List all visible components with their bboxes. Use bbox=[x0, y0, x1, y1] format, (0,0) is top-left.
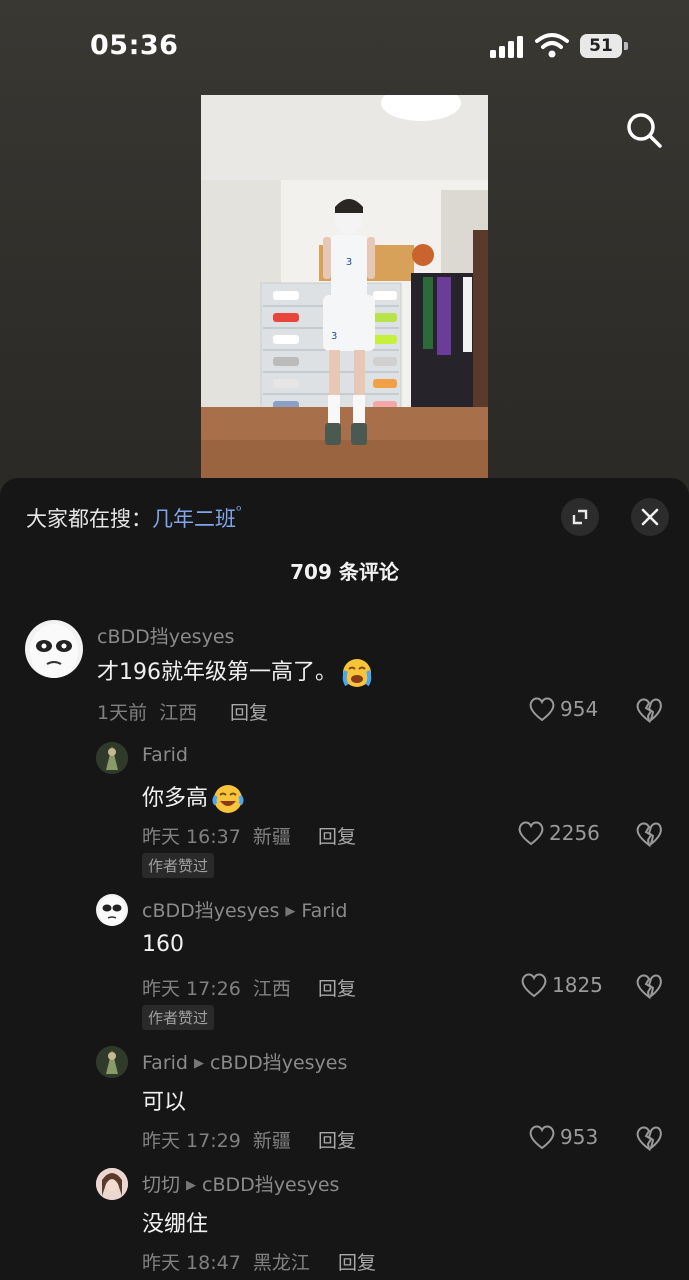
battery-indicator: 51 bbox=[580, 34, 622, 58]
reply-button[interactable]: 回复 bbox=[338, 1248, 376, 1275]
reply-to-username[interactable]: cBDD挡yesyes bbox=[202, 1174, 339, 1196]
heart-icon bbox=[529, 697, 555, 722]
comment-meta: 1天前 江西 bbox=[97, 698, 197, 725]
status-time: 05:36 bbox=[90, 30, 179, 61]
reply-button[interactable]: 回复 bbox=[318, 974, 356, 1001]
comment-meta: 昨天 17:26 江西 bbox=[142, 974, 291, 1001]
comment-meta: 昨天 16:37 新疆 bbox=[142, 822, 291, 849]
author-liked-badge: 作者赞过 bbox=[142, 1005, 215, 1030]
like-count: 953 bbox=[560, 1125, 599, 1149]
search-icon[interactable] bbox=[624, 110, 664, 150]
comment-text: 没绷住 bbox=[142, 1206, 208, 1238]
like-button[interactable]: 1825 bbox=[520, 972, 603, 998]
broken-heart-icon[interactable] bbox=[635, 820, 663, 848]
comment-text: 160 bbox=[142, 932, 184, 957]
broken-heart-icon[interactable] bbox=[635, 1124, 663, 1152]
status-bar: 05:36 51 bbox=[0, 0, 689, 90]
comment-time: 昨天 16:37 bbox=[142, 826, 241, 848]
crying-emoji-icon bbox=[342, 659, 372, 687]
video-thumbnail[interactable]: 3 3 bbox=[201, 95, 488, 480]
comment-username[interactable]: cBDD挡yesyes bbox=[97, 622, 234, 649]
avatar[interactable] bbox=[96, 1168, 128, 1200]
comment-username[interactable]: Farid bbox=[142, 744, 188, 766]
laughing-tears-emoji-icon bbox=[212, 785, 244, 813]
reply-to-username[interactable]: cBDD挡yesyes bbox=[210, 1052, 347, 1074]
comment-count: 709 条评论 bbox=[290, 560, 399, 584]
close-icon bbox=[641, 508, 659, 526]
avatar[interactable] bbox=[25, 620, 83, 678]
svg-text:3: 3 bbox=[346, 257, 352, 268]
svg-text:3: 3 bbox=[331, 331, 337, 342]
avatar[interactable] bbox=[96, 1046, 128, 1078]
hot-search-term[interactable]: 几年二班 bbox=[152, 507, 236, 531]
heart-icon bbox=[529, 1125, 555, 1150]
comment-username[interactable]: 切切 ▶ cBDD挡yesyes bbox=[142, 1170, 339, 1197]
comment-location: 江西 bbox=[159, 702, 198, 724]
small-search-icon: ᵒ bbox=[236, 503, 242, 519]
comment-item: cBDD挡yesyes 才196就年级第一高了。 1天前 江西 回复 954 bbox=[0, 618, 689, 728]
battery-tip bbox=[624, 42, 628, 50]
comment-text-content: 160 bbox=[142, 932, 184, 957]
comment-time: 昨天 18:47 bbox=[142, 1252, 241, 1274]
comment-text-content: 可以 bbox=[142, 1090, 187, 1115]
reply-button[interactable]: 回复 bbox=[318, 822, 356, 849]
comment-text: 你多高 bbox=[142, 780, 244, 815]
like-count: 2256 bbox=[549, 821, 600, 845]
comment-time: 1天前 bbox=[97, 702, 148, 724]
username-text: Farid bbox=[142, 744, 188, 766]
broken-heart-icon[interactable] bbox=[635, 972, 663, 1000]
comment-item: Farid ▶ cBDD挡yesyes 可以 昨天 17:29 新疆 回复 953 bbox=[0, 1044, 689, 1154]
comment-text-content: 没绷住 bbox=[142, 1212, 209, 1237]
close-button[interactable] bbox=[631, 498, 669, 536]
video-area: 05:36 51 3 3 bbox=[0, 0, 689, 500]
comment-item: cBDD挡yesyes ▶ Farid 160 昨天 17:26 江西 回复 182… bbox=[0, 892, 689, 1032]
comment-username[interactable]: cBDD挡yesyes ▶ Farid bbox=[142, 896, 347, 923]
username-text: 切切 bbox=[142, 1174, 181, 1196]
reply-to-username[interactable]: Farid bbox=[301, 900, 347, 922]
comment-time: 昨天 17:26 bbox=[142, 978, 241, 1000]
comment-location: 新疆 bbox=[252, 1130, 291, 1152]
comment-text: 才196就年级第一高了。 bbox=[97, 654, 373, 689]
comment-text-content: 你多高 bbox=[142, 786, 209, 811]
comments-panel: 大家都在搜：几年二班ᵒ 709 条评论 cBDD挡yesyes 才196就年级第… bbox=[0, 478, 689, 1280]
heart-icon bbox=[518, 821, 544, 846]
comment-time: 昨天 17:29 bbox=[142, 1130, 241, 1152]
comment-location: 江西 bbox=[252, 978, 291, 1000]
avatar[interactable] bbox=[96, 742, 128, 774]
heart-icon bbox=[521, 973, 547, 998]
comment-meta: 昨天 17:29 新疆 bbox=[142, 1126, 291, 1153]
expand-icon bbox=[572, 509, 588, 525]
like-count: 954 bbox=[560, 697, 599, 721]
reply-button[interactable]: 回复 bbox=[318, 1126, 356, 1153]
panel-header: 大家都在搜：几年二班ᵒ 709 条评论 bbox=[0, 478, 689, 584]
broken-heart-icon[interactable] bbox=[635, 696, 663, 724]
avatar[interactable] bbox=[96, 894, 128, 926]
username-text: cBDD挡yesyes bbox=[142, 900, 280, 922]
reply-arrow-icon: ▶ bbox=[193, 1056, 204, 1071]
comment-text: 可以 bbox=[142, 1084, 186, 1116]
like-button[interactable]: 954 bbox=[528, 696, 598, 722]
reply-arrow-icon: ▶ bbox=[285, 904, 296, 919]
comment-username[interactable]: Farid ▶ cBDD挡yesyes bbox=[142, 1048, 347, 1075]
comment-text-content: 才196就年级第一高了。 bbox=[97, 660, 337, 685]
wifi-icon bbox=[535, 33, 569, 58]
like-button[interactable]: 2256 bbox=[517, 820, 600, 846]
comment-meta: 昨天 18:47 黑龙江 bbox=[142, 1248, 310, 1275]
comment-item: Farid 你多高 昨天 16:37 新疆 回复 2256 作者赞过 bbox=[0, 740, 689, 880]
username-text: cBDD挡yesyes bbox=[97, 626, 235, 648]
comment-item: 切切 ▶ cBDD挡yesyes 没绷住 昨天 18:47 黑龙江 回复 bbox=[0, 1168, 689, 1280]
hot-search-prefix: 大家都在搜： bbox=[26, 507, 152, 531]
author-liked-badge: 作者赞过 bbox=[142, 853, 215, 878]
reply-arrow-icon: ▶ bbox=[186, 1178, 197, 1193]
expand-button[interactable] bbox=[561, 498, 599, 536]
username-text: Farid bbox=[142, 1052, 188, 1074]
cellular-signal-icon bbox=[490, 36, 524, 58]
like-button[interactable]: 953 bbox=[528, 1124, 598, 1150]
reply-button[interactable]: 回复 bbox=[230, 698, 268, 725]
comment-location: 黑龙江 bbox=[252, 1252, 310, 1274]
like-count: 1825 bbox=[552, 973, 603, 997]
hot-search[interactable]: 大家都在搜：几年二班ᵒ bbox=[26, 503, 242, 533]
comment-location: 新疆 bbox=[252, 826, 291, 848]
